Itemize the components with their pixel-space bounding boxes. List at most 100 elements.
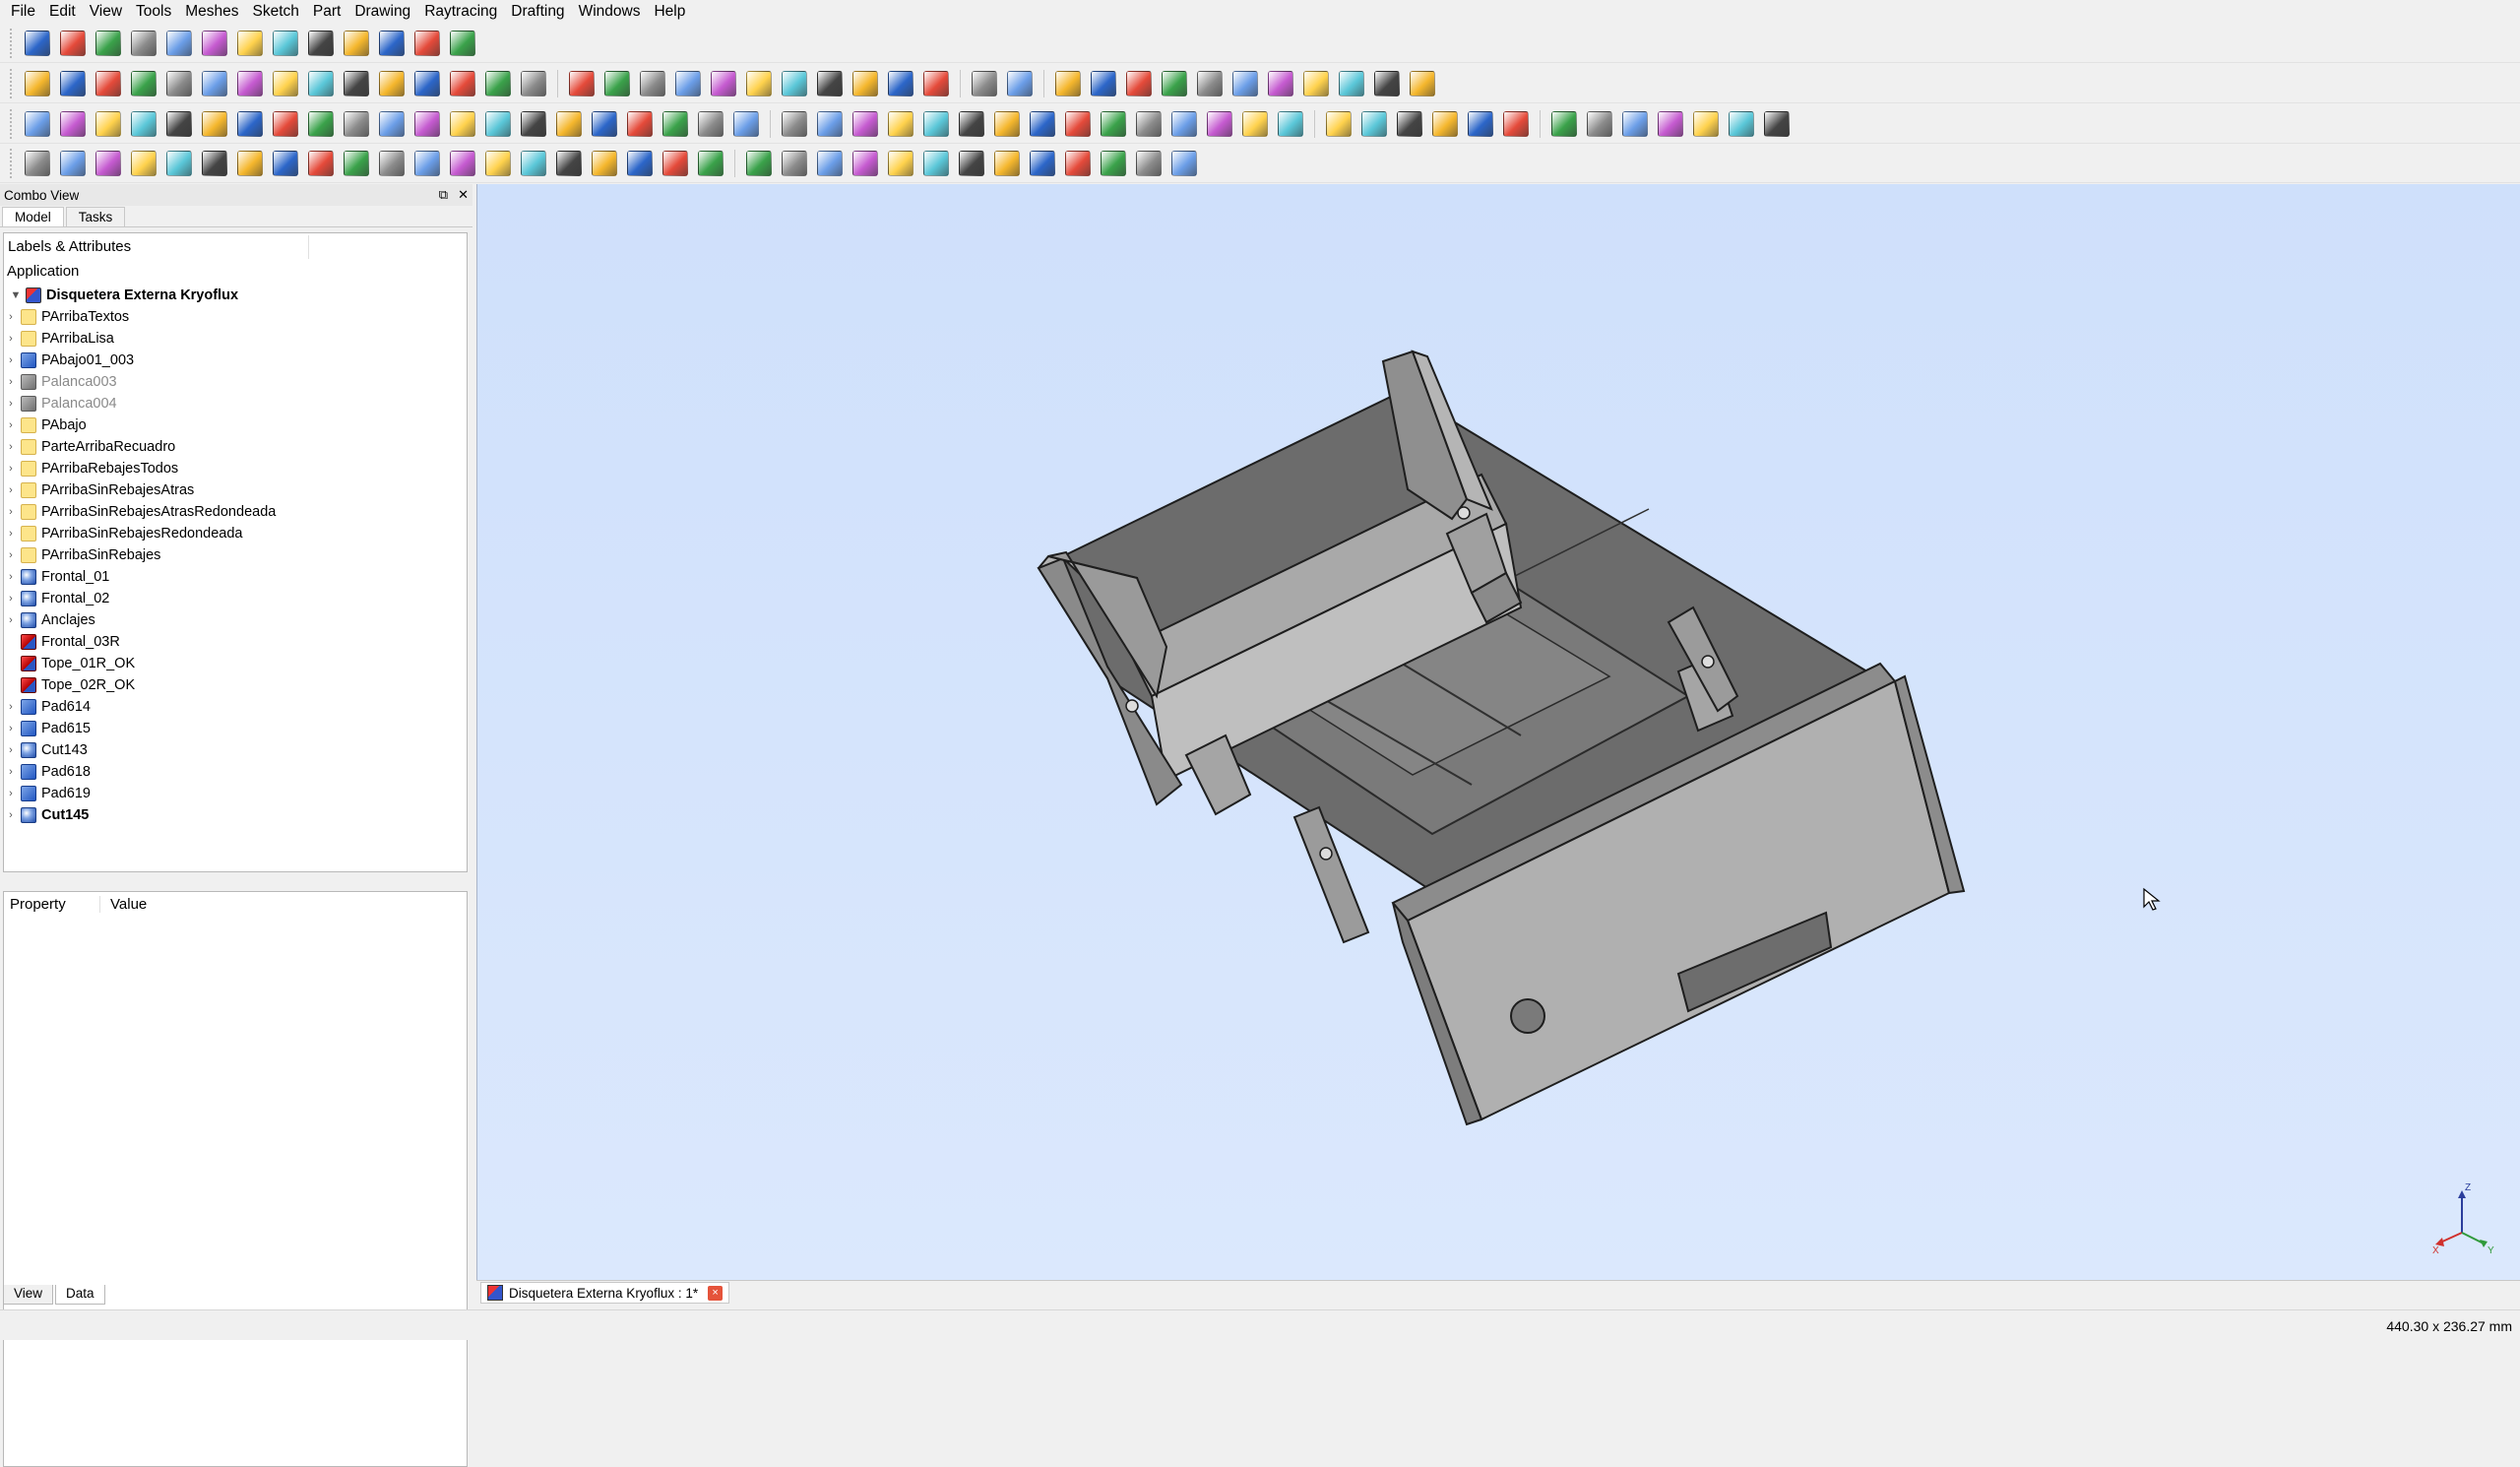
text-icon[interactable]	[273, 110, 298, 137]
expand-arrow-icon[interactable]: ›	[4, 549, 18, 561]
upgrade-icon[interactable]	[485, 110, 511, 137]
tab-tasks[interactable]: Tasks	[65, 207, 126, 226]
create-body-icon[interactable]	[852, 150, 878, 176]
front-view-icon[interactable]	[237, 30, 263, 56]
toolbar-handle[interactable]	[10, 148, 16, 178]
collapse-arrow-icon[interactable]: ▼	[9, 289, 23, 301]
chamfer-pd-icon[interactable]	[746, 70, 772, 96]
tree-item-tope_01r_ok[interactable]: Tope_01R_OK	[4, 653, 467, 674]
fit-all-icon[interactable]	[166, 30, 192, 56]
menu-sketch[interactable]: Sketch	[246, 0, 306, 24]
expand-arrow-icon[interactable]: ›	[4, 701, 18, 713]
toolbar-handle[interactable]	[10, 68, 16, 98]
sketch-conic-icon[interactable]	[131, 150, 157, 176]
expand-arrow-icon[interactable]: ›	[4, 398, 18, 410]
close-tab-icon[interactable]: ×	[708, 1285, 724, 1301]
sketch-rect-icon[interactable]	[485, 150, 511, 176]
3d-viewport[interactable]: Z Y X	[476, 184, 2520, 1280]
tree-item-parribasinrebajes[interactable]: › PArribaSinRebajes	[4, 544, 467, 566]
drawing-page-icon[interactable]	[972, 70, 997, 96]
tab-data[interactable]: Data	[55, 1285, 105, 1305]
sketch-point-icon[interactable]	[414, 150, 440, 176]
create-sketch-icon[interactable]	[888, 150, 914, 176]
polar-pattern-icon[interactable]	[888, 70, 914, 96]
trim-icon[interactable]	[450, 110, 475, 137]
tree-item-parribasinrebajesatrasredondeada[interactable]: › PArribaSinRebajesAtrasRedondeada	[4, 501, 467, 523]
horizontal-constraint-icon[interactable]	[888, 110, 914, 137]
revolution-icon[interactable]	[640, 70, 665, 96]
sketch-construction-icon[interactable]	[379, 150, 405, 176]
sub-shape-icon[interactable]	[1171, 150, 1197, 176]
sketch-line-icon[interactable]	[60, 150, 86, 176]
sweep-icon[interactable]	[1339, 70, 1364, 96]
document-tab[interactable]: Disquetera Externa Kryoflux : 1* ×	[480, 1282, 730, 1304]
add-point-icon[interactable]	[662, 110, 688, 137]
sketch-slot-icon[interactable]	[202, 150, 227, 176]
boolean-icon[interactable]	[1091, 70, 1116, 96]
tree-item-tope_02r_ok[interactable]: Tope_02R_OK	[4, 674, 467, 696]
sketch-fillet-icon[interactable]	[237, 150, 263, 176]
shape2dview-icon[interactable]	[733, 110, 759, 137]
tree-item-pad615[interactable]: › Pad615	[4, 718, 467, 739]
angle-icon[interactable]	[1278, 110, 1303, 137]
mesh-flip-icon[interactable]	[1658, 110, 1683, 137]
thickness-icon[interactable]	[1374, 70, 1400, 96]
tree-item-pabajo01_003[interactable]: › PAbajo01_003	[4, 350, 467, 371]
shape-builder-icon[interactable]	[344, 70, 369, 96]
menu-edit[interactable]: Edit	[42, 0, 83, 24]
sketch-ellipse-icon[interactable]	[521, 150, 546, 176]
expand-arrow-icon[interactable]: ›	[4, 809, 18, 821]
datum-point-icon[interactable]	[1101, 150, 1126, 176]
tree-document-root[interactable]: ▼ Disquetera Externa Kryoflux	[4, 285, 467, 306]
sketch-polygon-icon[interactable]	[166, 150, 192, 176]
right-view-icon[interactable]	[308, 30, 334, 56]
sketch-array-icon[interactable]	[627, 150, 653, 176]
reorient-sketch-icon[interactable]	[959, 150, 984, 176]
fillet-icon[interactable]	[485, 70, 511, 96]
bottom-view-icon[interactable]	[379, 30, 405, 56]
pad-icon[interactable]	[569, 70, 595, 96]
expand-arrow-icon[interactable]: ›	[4, 744, 18, 756]
new-document-icon[interactable]	[25, 30, 50, 56]
expand-arrow-icon[interactable]: ›	[4, 614, 18, 626]
tree-item-parribatextos[interactable]: › PArribaTextos	[4, 306, 467, 328]
perpendicular-constraint-icon[interactable]	[959, 110, 984, 137]
tangent2-constraint-icon[interactable]	[994, 110, 1020, 137]
expand-arrow-icon[interactable]: ›	[4, 463, 18, 475]
tree-item-parribarebajestodos[interactable]: › PArribaRebajesTodos	[4, 458, 467, 479]
section-icon[interactable]	[308, 70, 334, 96]
mesh-evaluate-icon[interactable]	[1729, 110, 1754, 137]
sketch-validate-icon[interactable]	[698, 150, 724, 176]
tab-model[interactable]: Model	[2, 207, 64, 226]
menu-windows[interactable]: Windows	[572, 0, 648, 24]
tree-item-cut143[interactable]: › Cut143	[4, 739, 467, 761]
extrude-icon[interactable]	[379, 70, 405, 96]
sketch-hexagon-icon[interactable]	[556, 150, 582, 176]
3d-model-render[interactable]	[477, 184, 2520, 1280]
horizontal-distance-icon[interactable]	[1136, 110, 1162, 137]
menu-meshes[interactable]: Meshes	[178, 0, 245, 24]
box-prim-icon[interactable]	[1055, 70, 1081, 96]
circle-icon[interactable]	[95, 110, 121, 137]
select-constraints-icon[interactable]	[746, 150, 772, 176]
tube-icon[interactable]	[1197, 70, 1223, 96]
symmetric-constraint-icon[interactable]	[1065, 110, 1091, 137]
radius-icon[interactable]	[1242, 110, 1268, 137]
measure-icon[interactable]	[450, 30, 475, 56]
tree-item-frontal_03r[interactable]: Frontal_03R	[4, 631, 467, 653]
arc-icon[interactable]	[131, 110, 157, 137]
raytrace-render-icon[interactable]	[1468, 110, 1493, 137]
expand-arrow-icon[interactable]: ›	[4, 376, 18, 388]
expand-arrow-icon[interactable]: ›	[4, 484, 18, 496]
chamfer-icon[interactable]	[521, 70, 546, 96]
toolbar-handle[interactable]	[10, 28, 16, 58]
wire-icon[interactable]	[60, 110, 86, 137]
shape-binder-icon[interactable]	[1136, 150, 1162, 176]
tab-view[interactable]: View	[3, 1285, 54, 1305]
expand-arrow-icon[interactable]: ›	[4, 528, 18, 540]
tree-item-partearribarecuadro[interactable]: › ParteArribaRecuadro	[4, 436, 467, 458]
mesh-harmonize-icon[interactable]	[1622, 110, 1648, 137]
top-view-icon[interactable]	[273, 30, 298, 56]
menu-raytracing[interactable]: Raytracing	[417, 0, 504, 24]
plane-icon[interactable]	[1410, 70, 1435, 96]
